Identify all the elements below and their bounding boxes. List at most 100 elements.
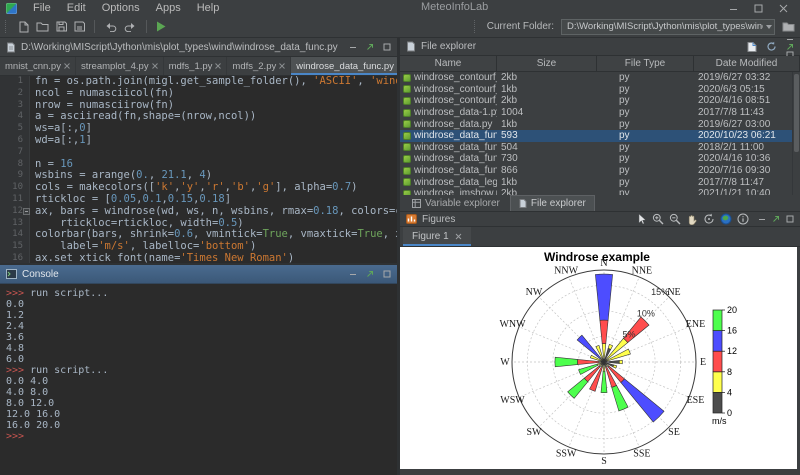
select-arrow-icon[interactable] [636,213,647,225]
scrollbar-thumb[interactable] [794,74,799,152]
file-name: windrose_data_func.py [414,130,497,141]
file-size: 866 [497,165,597,176]
file-date: 2020/6/3 05:15 [694,84,793,95]
save-button[interactable] [56,21,67,32]
console-line: >>> run script... [6,365,397,376]
code-line[interactable]: 16ax.set_xtick_font(name='Times New Roma… [0,253,397,263]
file-type: py [597,177,694,188]
table-row[interactable]: windrose_data_func_b...730py2020/4/16 10… [400,153,800,165]
current-folder-combo[interactable]: D:\Working\MIScript\Jython\mis\plot_type… [561,19,775,35]
svg-text:ENE: ENE [686,319,705,330]
chevron-down-icon[interactable] [766,25,772,29]
file-table-scrollbar[interactable] [792,72,800,195]
current-folder-label: Current Folder: [487,21,554,32]
minimize-panel-button[interactable] [758,215,766,223]
close-figure-tab-icon[interactable] [455,233,462,240]
undo-button[interactable] [104,21,117,32]
float-panel-button[interactable] [786,43,794,51]
tab-variable-explorer[interactable]: Variable explorer [404,196,508,211]
file-name: windrose_imshow.py [414,188,497,195]
tab-file-explorer[interactable]: File explorer [510,195,595,211]
table-row[interactable]: windrose_data_func_s...866py2020/7/16 09… [400,165,800,177]
save-as-button[interactable] [74,21,85,32]
float-panel-button[interactable] [772,215,780,223]
globe-icon[interactable] [720,213,732,225]
svg-text:WNW: WNW [499,319,526,330]
line-number: 12 [0,206,30,218]
minimize-window-button[interactable] [729,4,738,13]
file-date: 2018/2/1 11:00 [694,142,793,153]
table-row[interactable]: windrose_imshow.py2kbpy2021/1/21 10:40 [400,188,800,195]
line-number: 5 [0,123,30,135]
table-row[interactable]: windrose_data_func.py593py2020/10/23 06:… [400,130,800,142]
editor-tab-streamplot_4.py[interactable]: streamplot_4.py [76,57,164,75]
console-line: 0.0 4.0 [6,376,397,387]
browse-folder-button[interactable] [782,21,795,32]
table-row[interactable]: windrose_contourf_na...2kbpy2020/4/16 08… [400,95,800,107]
close-tab-icon[interactable] [152,63,158,69]
maximize-panel-button[interactable] [786,215,794,223]
refresh-icon[interactable] [766,41,777,52]
line-number: 1 [0,76,30,88]
menu-item-options[interactable]: Options [94,2,148,14]
table-row[interactable]: windrose_data-1.py1004py2017/7/8 11:43 [400,107,800,119]
run-script-button[interactable] [156,21,166,32]
info-icon[interactable] [737,213,749,225]
explorer-tab-bar: Variable explorer File explorer [400,195,800,212]
minimize-panel-button[interactable] [349,270,357,278]
minimize-panel-button[interactable] [786,35,794,43]
file-type: py [597,165,694,176]
code-line[interactable]: 6wd=a[:,1] [0,135,397,147]
table-row[interactable]: windrose_contourf_4.py2kbpy2019/6/27 03:… [400,72,800,84]
close-tab-icon[interactable] [215,63,221,69]
minimize-panel-button[interactable] [349,43,357,51]
rotate-icon[interactable] [703,213,715,225]
float-panel-button[interactable] [366,43,374,51]
tab-figure-1[interactable]: Figure 1 [403,227,471,246]
open-folder-button[interactable] [36,21,49,32]
column-header-name[interactable]: Name [400,56,497,71]
menu-item-help[interactable]: Help [189,2,228,14]
svg-text:5%: 5% [623,329,636,339]
folder-toolbar-grip [474,20,478,33]
new-file-action-icon[interactable] [747,42,757,52]
redo-button[interactable] [124,21,137,32]
editor-tab-mdfs_2.py[interactable]: mdfs_2.py [227,57,291,75]
float-panel-button[interactable] [366,270,374,278]
menu-item-file[interactable]: File [25,2,59,14]
console-output[interactable]: >>> run script...0.01.22.43.64.86.0>>> r… [0,284,397,475]
file-type: py [597,119,694,130]
column-header-file-type[interactable]: File Type [597,56,694,71]
figure-canvas[interactable]: 5%10%15%NNNENEENEEESESESSESSSWSWWSWWWNWN… [400,247,797,469]
pan-hand-icon[interactable] [686,213,698,225]
editor-tab-windrose_data_func.py[interactable]: windrose_data_func.py [291,57,397,75]
svg-text:SW: SW [526,427,542,438]
python-file-icon [403,132,411,140]
column-header-size[interactable]: Size [497,56,597,71]
maximize-panel-button[interactable] [383,270,391,278]
python-file-icon [403,109,411,117]
zoom-in-icon[interactable] [652,213,664,225]
console-line: 4.8 [6,343,397,354]
maximize-panel-button[interactable] [383,43,391,51]
editor-tab-mdfs_1.py[interactable]: mdfs_1.py [164,57,228,75]
svg-text:NNW: NNW [554,266,578,277]
menu-item-apps[interactable]: Apps [148,2,189,14]
fold-marker-icon[interactable] [23,208,30,215]
table-row[interactable]: windrose_data_legend...1kbpy2017/7/8 11:… [400,176,800,188]
editor-tab-mnist_cnn.py[interactable]: mnist_cnn.py [0,57,76,75]
column-header-date-modified[interactable]: Date Modified [694,56,800,71]
table-row[interactable]: windrose_contourf_id...1kbpy2020/6/3 05:… [400,84,800,96]
close-tab-icon[interactable] [64,63,70,69]
close-tab-icon[interactable] [279,63,285,69]
zoom-out-icon[interactable] [669,213,681,225]
close-window-button[interactable] [779,4,788,13]
line-number: 8 [0,159,30,171]
tab-label: File explorer [531,198,586,209]
new-file-button[interactable] [18,21,29,33]
maximize-window-button[interactable] [754,4,763,13]
table-row[interactable]: windrose_data.py1kbpy2019/6/27 03:00 [400,118,800,130]
code-editor[interactable]: 1fn = os.path.join(migl.get_sample_folde… [0,76,397,263]
table-row[interactable]: windrose_data_func_1...504py2018/2/1 11:… [400,142,800,154]
menu-item-edit[interactable]: Edit [59,2,94,14]
